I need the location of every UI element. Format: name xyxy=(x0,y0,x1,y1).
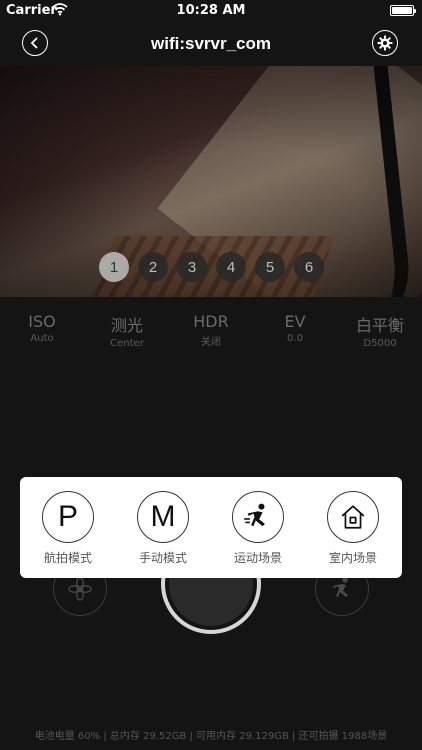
page-button-5[interactable]: 5 xyxy=(255,252,285,282)
param-value: Center xyxy=(110,338,144,349)
camera-page-selector: 1 2 3 4 5 6 xyxy=(99,252,324,282)
mode-manual[interactable]: M 手动模式 xyxy=(123,491,203,566)
page-title: wifi:svrvr_com xyxy=(151,34,271,53)
param-name: 测光 xyxy=(110,316,143,335)
mode-label: 室内场景 xyxy=(328,551,377,565)
navigation-bar: wifi:svrvr_com xyxy=(0,22,422,66)
flower-icon xyxy=(68,577,92,601)
param-value: 关闭 xyxy=(201,337,221,348)
mode-sports[interactable]: 运动场景 xyxy=(218,491,298,566)
param-value: Auto xyxy=(30,333,54,344)
param-iso[interactable]: ISO Auto xyxy=(0,312,87,344)
mode-aerial[interactable]: P 航拍模式 xyxy=(28,491,108,566)
gear-icon xyxy=(377,35,393,51)
shooting-mode-popup: P 航拍模式 M 手动模式 运动场景 室内场景 xyxy=(20,477,402,578)
param-value: D5000 xyxy=(363,338,397,349)
storage-status: 电池电量 60% | 总内存 29.52GB | 可用内存 29.129GB |… xyxy=(34,731,388,742)
battery-icon xyxy=(390,5,416,16)
page-button-3[interactable]: 3 xyxy=(177,252,207,282)
camera-params: ISO Auto 测光 Center HDR 关闭 EV 0.0 白平衡 D50… xyxy=(0,312,422,356)
param-name: ISO xyxy=(28,312,56,331)
param-name: HDR xyxy=(193,312,229,331)
mode-icon-p: P xyxy=(42,491,94,543)
param-white-balance[interactable]: 白平衡 D5000 xyxy=(335,312,422,349)
param-ev[interactable]: EV 0.0 xyxy=(250,312,340,344)
mode-label: 运动场景 xyxy=(233,551,282,565)
param-name: 白平衡 xyxy=(355,316,404,335)
param-hdr[interactable]: HDR 关闭 xyxy=(166,312,256,348)
mode-label: 手动模式 xyxy=(138,551,187,565)
page-button-4[interactable]: 4 xyxy=(216,252,246,282)
param-metering[interactable]: 测光 Center xyxy=(82,312,172,349)
page-button-6[interactable]: 6 xyxy=(294,252,324,282)
clock: 10:28 AM xyxy=(176,3,246,18)
running-person-icon xyxy=(232,491,284,543)
mode-icon-m: M xyxy=(137,491,189,543)
settings-button[interactable] xyxy=(372,30,398,56)
running-person-icon xyxy=(333,577,348,597)
page-button-2[interactable]: 2 xyxy=(138,252,168,282)
status-bar: Carrier 10:28 AM xyxy=(0,0,422,22)
param-name: EV xyxy=(284,312,306,331)
mode-label: 航拍模式 xyxy=(43,551,92,565)
page-button-1[interactable]: 1 xyxy=(99,252,129,282)
house-icon xyxy=(327,491,379,543)
param-value: 0.0 xyxy=(287,333,303,344)
mode-indoor[interactable]: 室内场景 xyxy=(313,491,393,566)
